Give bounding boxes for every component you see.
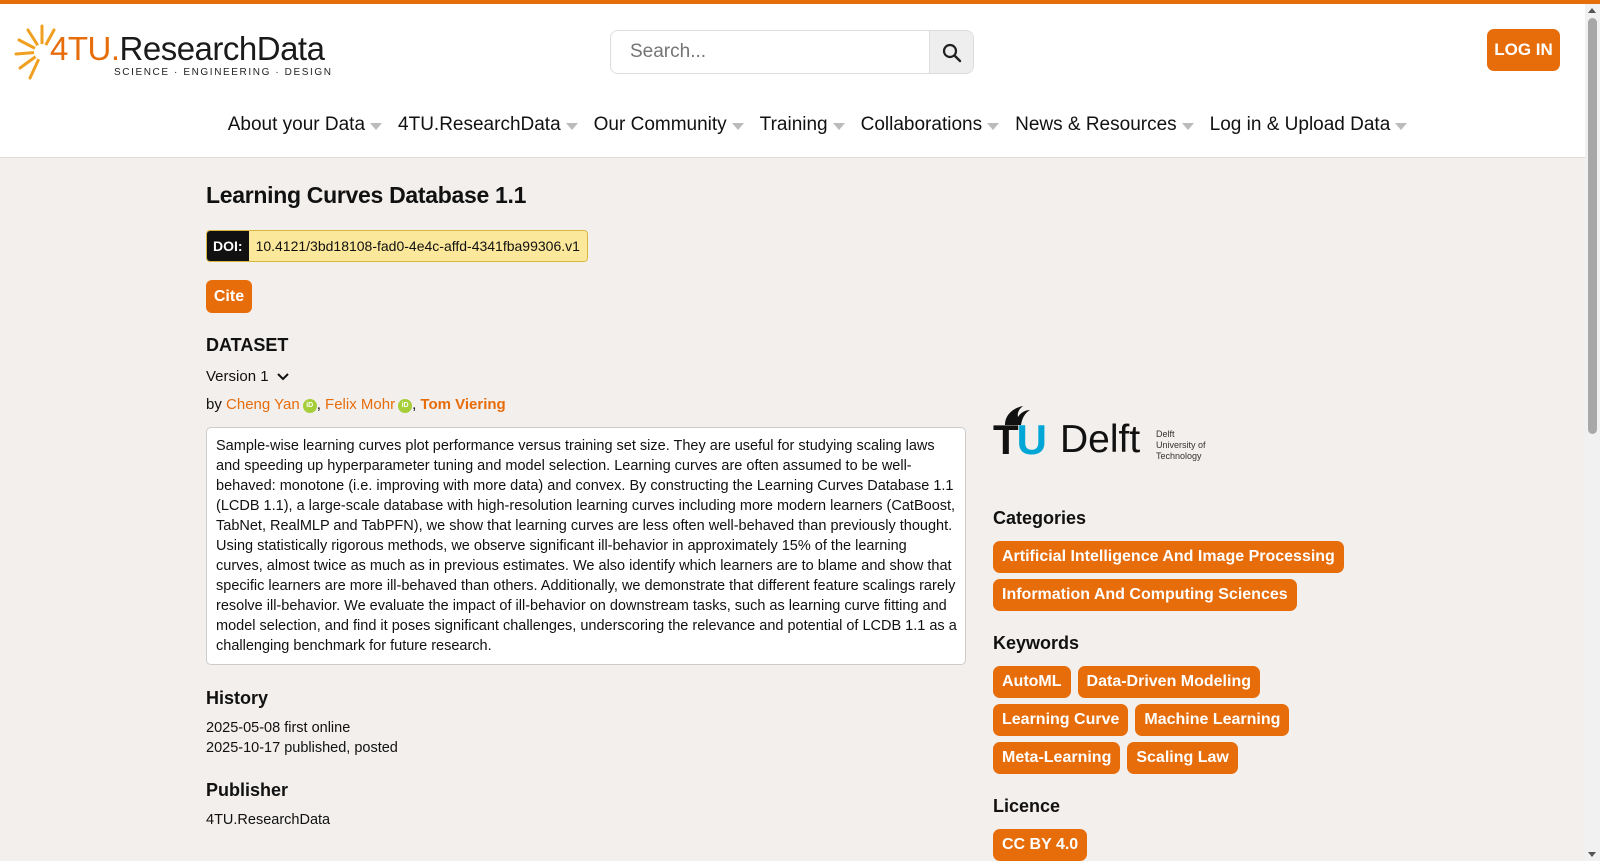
- logo-wordmark: 4TU.ResearchData: [50, 30, 325, 67]
- login-button[interactable]: LOG IN: [1487, 29, 1560, 71]
- logo-subtitle: Delft University of Technology: [1156, 429, 1206, 461]
- search-input[interactable]: [611, 31, 929, 73]
- category-tag[interactable]: Information And Computing Sciences: [993, 579, 1297, 611]
- logo-delft: Delft: [1060, 418, 1141, 461]
- nav-item-login-upload[interactable]: Log in & Upload Data: [1210, 114, 1408, 136]
- orcid-icon[interactable]: iD: [398, 399, 413, 413]
- tu-delft-logo[interactable]: TU Delft Delft University of Technology: [993, 400, 1223, 468]
- publisher-value: 4TU.ResearchData: [206, 812, 331, 828]
- nav-item-4tu-researchdata[interactable]: 4TU.ResearchData: [398, 114, 578, 136]
- keywords-list: AutoML Data-Driven Modeling Learning Cur…: [993, 666, 1303, 774]
- licence-heading: Licence: [993, 796, 1061, 816]
- site-header: 4TU.ResearchData SCIENCE · ENGINEERING ·…: [0, 4, 1585, 158]
- doi-value[interactable]: 10.4121/3bd18108-fad0-4e4c-affd-4341fba9…: [248, 231, 587, 261]
- history-entry: 2025-05-08 first online: [206, 720, 351, 736]
- dataset-sidebar: TU Delft Delft University of Technology …: [993, 400, 1373, 861]
- category-tag[interactable]: Artificial Intelligence And Image Proces…: [993, 541, 1344, 573]
- version-selector[interactable]: Version 1: [206, 368, 966, 385]
- caret-down-icon: [987, 123, 1000, 130]
- keyword-tag[interactable]: AutoML: [993, 666, 1071, 698]
- search-button[interactable]: [929, 31, 973, 73]
- cite-button[interactable]: Cite: [206, 280, 252, 313]
- nav-item-news-resources[interactable]: News & Resources: [1015, 114, 1194, 136]
- caret-down-icon: [832, 123, 845, 130]
- site-logo[interactable]: 4TU.ResearchData SCIENCE · ENGINEERING ·…: [14, 18, 331, 82]
- scroll-down-icon[interactable]: [1588, 852, 1596, 857]
- logo-tu: TU: [993, 416, 1047, 463]
- keyword-tag[interactable]: Machine Learning: [1135, 704, 1290, 736]
- author-list: by Cheng Yan iD, Felix Mohr iD, Tom Vierin…: [206, 396, 506, 413]
- abstract-box: Sample-wise learning curves plot perform…: [206, 427, 966, 665]
- caret-down-icon: [565, 123, 578, 130]
- caret-down-icon: [1181, 123, 1194, 130]
- categories-heading: Categories: [993, 508, 1087, 528]
- keyword-tag[interactable]: Learning Curve: [993, 704, 1129, 736]
- keyword-tag[interactable]: Scaling Law: [1127, 742, 1238, 774]
- logo-tagline: SCIENCE · ENGINEERING · DESIGN: [114, 67, 333, 78]
- caret-down-icon: [370, 123, 383, 130]
- dataset-main: Learning Curves Database 1.1 DOI: 10.412…: [206, 160, 966, 828]
- licence-tag[interactable]: CC BY 4.0: [993, 829, 1088, 861]
- page-title: Learning Curves Database 1.1: [206, 182, 527, 208]
- history-entry: 2025-10-17 published, posted: [206, 740, 398, 756]
- nav-item-training[interactable]: Training: [760, 114, 845, 136]
- orcid-icon[interactable]: iD: [302, 399, 317, 413]
- author-link[interactable]: Cheng Yan: [226, 396, 300, 413]
- keyword-tag[interactable]: Meta-Learning: [993, 742, 1121, 774]
- scroll-up-icon[interactable]: [1588, 8, 1596, 13]
- caret-down-icon: [1395, 123, 1408, 130]
- history-heading: History: [206, 688, 269, 708]
- nav-item-our-community[interactable]: Our Community: [594, 114, 744, 136]
- main-nav: About your Data 4TU.ResearchData Our Com…: [0, 114, 1585, 136]
- scrollbar-thumb[interactable]: [1588, 18, 1597, 434]
- publisher-heading: Publisher: [206, 780, 289, 800]
- search-icon: [942, 43, 961, 63]
- dataset-type-heading: DATASET: [206, 335, 289, 355]
- keyword-tag[interactable]: Data-Driven Modeling: [1077, 666, 1260, 698]
- page-scrollbar[interactable]: [1585, 4, 1600, 861]
- categories-list: Artificial Intelligence And Image Proces…: [993, 541, 1353, 611]
- doi-badge[interactable]: DOI: 10.4121/3bd18108-fad0-4e4c-affd-434…: [206, 230, 588, 262]
- history-section: History 2025-05-08 first online 2025-10-…: [206, 688, 966, 758]
- doi-label: DOI:: [207, 231, 249, 261]
- nav-item-collaborations[interactable]: Collaborations: [861, 114, 1000, 136]
- author-link[interactable]: Felix Mohr: [325, 396, 395, 413]
- licence-list: CC BY 4.0: [993, 829, 1353, 861]
- by-label: by: [206, 396, 222, 413]
- author-link[interactable]: Tom Viering: [420, 396, 505, 413]
- nav-item-about-your-data[interactable]: About your Data: [228, 114, 383, 136]
- keywords-heading: Keywords: [993, 633, 1080, 653]
- chevron-down-icon: [276, 372, 289, 380]
- publisher-section: Publisher 4TU.ResearchData: [206, 780, 966, 828]
- version-label: Version 1: [206, 368, 269, 385]
- search-box: [610, 30, 974, 74]
- caret-down-icon: [731, 123, 744, 130]
